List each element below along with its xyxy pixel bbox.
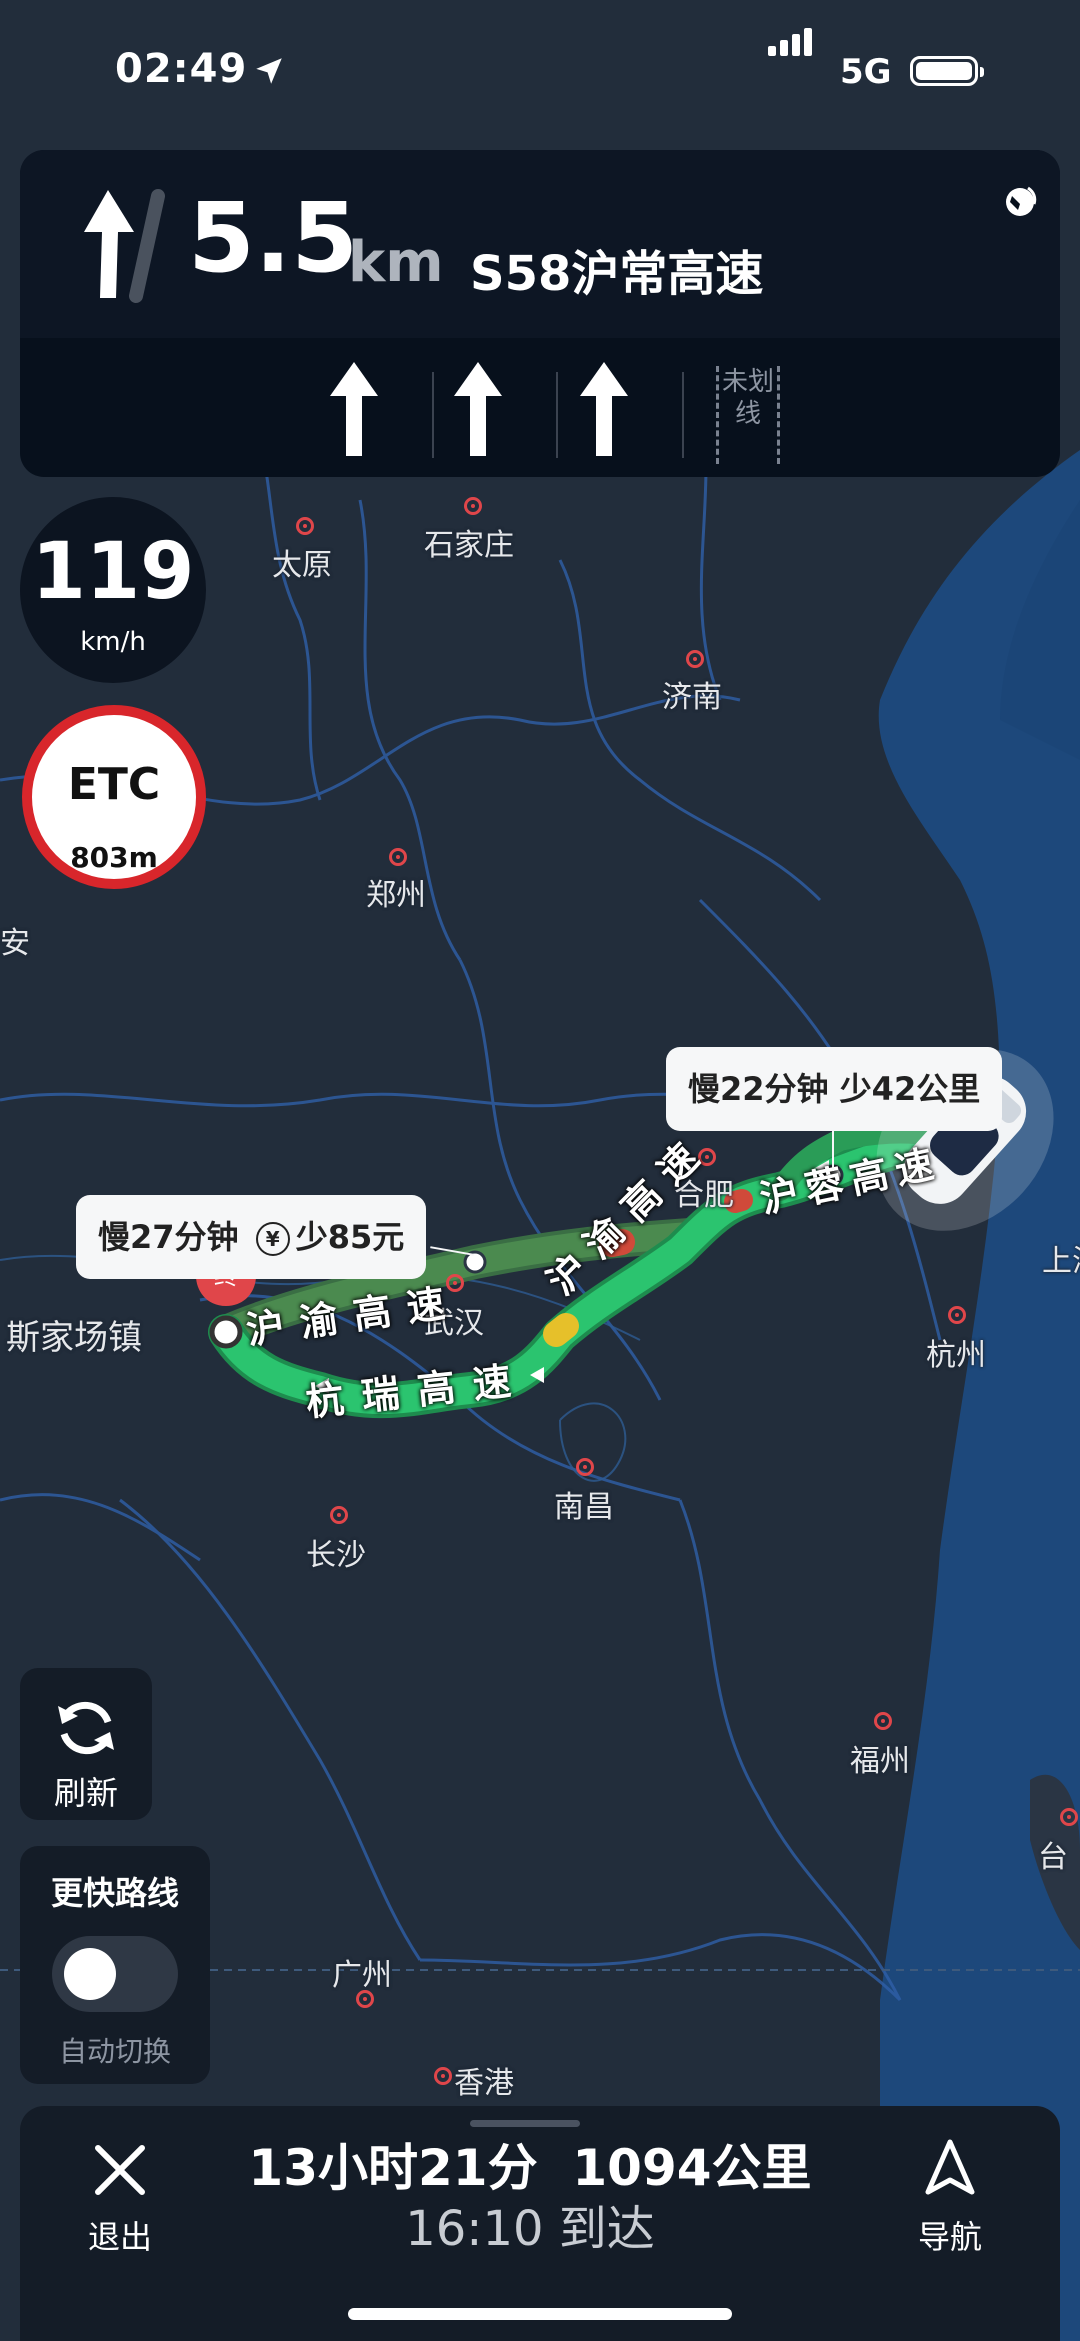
trip-summary-panel: 退出 13小时21分 1094公里 16:10 到达 导航 <box>20 2106 1060 2341</box>
city-label-xian-partial: 安 <box>0 926 30 961</box>
lane-divider <box>682 372 684 458</box>
refresh-label: 刷新 <box>53 1774 118 1812</box>
exit-button[interactable]: 退出 <box>70 2142 170 2258</box>
lane-divider <box>556 372 558 458</box>
etc-distance: 803m <box>70 841 158 874</box>
guidance-unit: km <box>348 230 444 295</box>
navigation-arrow-icon <box>925 2139 975 2195</box>
status-bar: 02:49 5G <box>0 0 1080 150</box>
city-label-jinan: 济南 <box>662 680 722 715</box>
city-dot <box>389 848 407 866</box>
city-dot <box>948 1306 966 1324</box>
city-label-guangzhou: 广州 <box>332 1958 392 1993</box>
city-dot <box>330 1506 348 1524</box>
lane-straight-icon <box>330 362 378 456</box>
city-dot <box>874 1712 892 1730</box>
city-label-shanghai-partial: 上海 <box>1042 1244 1080 1279</box>
city-label-zhengzhou: 郑州 <box>366 878 426 913</box>
refresh-button[interactable]: 刷新 <box>20 1668 152 1820</box>
alt-route-east-text: 慢22分钟 少42公里 <box>688 1070 981 1108</box>
alt-route-west-time: 慢27分钟 <box>98 1218 239 1256</box>
city-label-hongkong: 香港 <box>454 2066 514 2101</box>
navigate-button[interactable]: 导航 <box>900 2138 1000 2258</box>
drag-handle[interactable] <box>470 2120 580 2127</box>
guidance-distance: 5.5 <box>188 182 359 294</box>
home-indicator[interactable] <box>348 2308 732 2320</box>
auto-switch-toggle[interactable] <box>52 1936 178 2012</box>
close-icon <box>95 2145 145 2195</box>
city-dot <box>464 497 482 515</box>
city-label-changsha: 长沙 <box>306 1538 366 1573</box>
network-type: 5G <box>840 52 892 92</box>
city-dot <box>296 517 314 535</box>
battery-icon <box>910 56 984 86</box>
location-arrow-icon <box>256 58 282 84</box>
city-dot <box>356 1990 374 2008</box>
speed-value: 119 <box>31 527 195 617</box>
city-dot <box>434 2067 452 2085</box>
destination-point <box>209 1315 243 1349</box>
trip-summary: 13小时21分 1094公里 16:10 到达 <box>230 2138 830 2260</box>
keep-left-arrow-icon <box>84 189 165 303</box>
guidance-card: 5.5 km S58沪常高速 未划线 <box>20 150 1060 477</box>
alt-route-west-bubble[interactable]: 慢27分钟 ¥ 少85元 <box>76 1195 427 1279</box>
bubble-tail <box>832 1131 834 1171</box>
faster-route-panel: 更快路线 自动切换 <box>20 1846 210 2084</box>
faster-route-label: 更快路线 <box>50 1874 179 1912</box>
speed-unit: km/h <box>80 627 146 657</box>
city-dot <box>686 650 704 668</box>
etc-label: ETC <box>67 759 161 810</box>
city-label-nanchang: 南昌 <box>554 1490 614 1525</box>
status-time: 02:49 <box>115 46 248 92</box>
lane-divider <box>432 372 434 458</box>
navigate-label: 导航 <box>917 2218 982 2256</box>
alt-route-west-toll: 少85元 <box>295 1218 405 1256</box>
city-label-taiwan-partial: 台 <box>1038 1840 1068 1875</box>
exit-label: 退出 <box>87 2218 152 2256</box>
current-speed: 119 km/h <box>20 497 206 683</box>
destination-town-label: 斯家场镇 <box>6 1318 142 1358</box>
city-label-hangzhou: 杭州 <box>926 1338 986 1373</box>
lane-straight-icon <box>454 362 502 456</box>
alt-route-east-bubble[interactable]: 慢22分钟 少42公里 <box>666 1047 1003 1131</box>
lane-straight-icon <box>580 362 628 456</box>
etc-sign: ETC 803m <box>22 705 206 889</box>
trip-duration-distance: 13小时21分 1094公里 <box>248 2139 812 2197</box>
city-label-fuzhou: 福州 <box>850 1744 910 1779</box>
guidance-road-name: S58沪常高速 <box>470 246 764 302</box>
city-dot <box>576 1458 594 1476</box>
refresh-icon <box>58 1701 114 1755</box>
unmarked-lane-label: 未划线 <box>716 366 780 464</box>
city-label-shijiazhuang: 石家庄 <box>424 528 514 563</box>
arrival-time: 16:10 到达 <box>405 2201 655 2257</box>
city-label-taiyuan: 太原 <box>272 548 332 583</box>
city-dot <box>1060 1808 1078 1826</box>
toll-icon: ¥ <box>255 1222 290 1256</box>
toggle-knob <box>64 1948 116 2000</box>
auto-switch-label: 自动切换 <box>58 2035 171 2068</box>
voice-broadcast-icon[interactable] <box>998 180 1042 224</box>
